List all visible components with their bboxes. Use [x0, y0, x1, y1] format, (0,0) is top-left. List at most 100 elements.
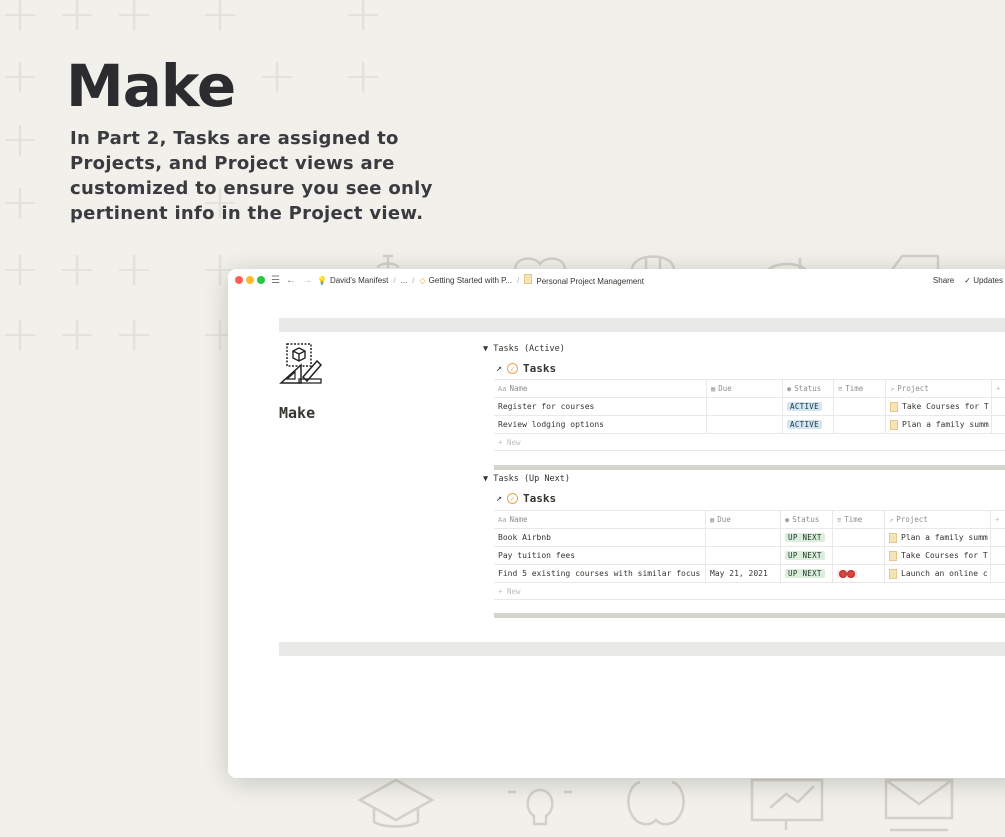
table-row[interactable]: Register for courses ACTIVE Take Courses…: [494, 397, 1005, 415]
page-icon: [890, 401, 898, 412]
col-header-status[interactable]: ● Status: [783, 380, 834, 397]
col-header-time[interactable]: ≡ Time: [834, 380, 886, 397]
hero-subtitle: In Part 2, Tasks are assigned to Project…: [70, 128, 433, 224]
back-arrow-icon[interactable]: ←: [286, 275, 296, 286]
task-status[interactable]: UP NEXT: [781, 565, 833, 582]
close-window-button[interactable]: [235, 276, 243, 284]
status-badge: ACTIVE: [787, 402, 822, 411]
svg-text:+: +: [114, 0, 154, 42]
task-name[interactable]: Pay tuition fees: [494, 547, 706, 564]
task-name[interactable]: Find 5 existing courses with similar foc…: [494, 565, 706, 582]
status-badge: ACTIVE: [787, 420, 822, 429]
checkmark-circle-icon: ✓: [507, 493, 519, 504]
task-project[interactable]: Launch an online c: [885, 565, 991, 582]
drafting-tools-icon: [279, 343, 323, 384]
new-row-button[interactable]: + New: [494, 582, 1005, 600]
linked-db-arrow-icon: ↗: [496, 363, 503, 374]
svg-text:+: +: [57, 241, 97, 297]
svg-text:+: +: [0, 0, 40, 42]
menu-icon[interactable]: ☰: [271, 275, 280, 286]
notion-window: ☰ ← → 💡 David's Manifest / ... / ◇ Getting…: [228, 269, 1005, 778]
page-title: Make: [279, 404, 316, 422]
task-name[interactable]: Book Airbnb: [494, 529, 706, 546]
svg-text:+: +: [0, 306, 40, 362]
task-name[interactable]: Register for courses: [494, 398, 707, 415]
db-title-tasks-active[interactable]: ↗ ✓ Tasks: [496, 362, 556, 375]
status-icon: ●: [785, 515, 790, 524]
breadcrumb-item[interactable]: ◇ Getting Started with P...: [420, 276, 513, 285]
task-project[interactable]: Take Courses for T: [886, 398, 992, 415]
page-icon: [524, 274, 533, 284]
task-due[interactable]: May 21, 2021: [706, 565, 781, 582]
col-header-due[interactable]: ▦ Due: [707, 380, 783, 397]
col-header-time[interactable]: ≡ Time: [833, 511, 885, 528]
db-title-tasks-upnext[interactable]: ↗ ✓ Tasks: [496, 492, 556, 505]
toggle-tasks-upnext[interactable]: ▼ Tasks (Up Next): [483, 474, 570, 484]
table-row[interactable]: Pay tuition fees UP NEXT Take Courses fo…: [494, 546, 1005, 564]
task-status[interactable]: ACTIVE: [783, 416, 834, 433]
forward-arrow-icon[interactable]: →: [302, 275, 312, 286]
cover-band-bottom: [279, 642, 1005, 656]
task-time[interactable]: [834, 398, 886, 415]
task-due[interactable]: [707, 398, 783, 415]
col-header-due[interactable]: ▦ Due: [706, 511, 781, 528]
page-icon: [889, 532, 897, 543]
tasks-active-table: Aa Name ▦ Due ● Status ≡ Time ↗ Project + Reg…: [494, 379, 1005, 451]
toggle-tasks-active[interactable]: ▼ Tasks (Active): [483, 344, 565, 354]
task-project[interactable]: Take Courses for T: [885, 547, 991, 564]
col-header-name[interactable]: Aa Name: [494, 380, 707, 397]
breadcrumb-item[interactable]: Personal Project Management: [524, 274, 644, 286]
line-icons-bottom: [357, 778, 954, 832]
page-icon: [889, 568, 897, 579]
relation-arrow-icon: ↗: [889, 515, 894, 524]
task-due[interactable]: [707, 416, 783, 433]
svg-text:+: +: [0, 111, 40, 167]
maximize-window-button[interactable]: [257, 276, 265, 284]
table-row[interactable]: Review lodging options ACTIVE Plan a fam…: [494, 415, 1005, 433]
col-header-project[interactable]: ↗ Project: [885, 511, 991, 528]
text-type-icon: Aa: [498, 384, 507, 393]
svg-text:+: +: [57, 0, 97, 42]
task-status[interactable]: ACTIVE: [783, 398, 834, 415]
task-project[interactable]: Plan a family summ: [886, 416, 992, 433]
table-header-row: Aa Name ▦ Due ● Status ≡ Time ↗ Project +: [494, 379, 1005, 397]
task-time[interactable]: [833, 547, 885, 564]
tasks-upnext-table: Aa Name ▦ Due ● Status ≡ Time ↗ Project + Boo…: [494, 510, 1005, 600]
status-icon: ●: [787, 384, 792, 393]
page-icon: [890, 419, 898, 430]
table-row[interactable]: Book Airbnb UP NEXT Plan a family summ: [494, 528, 1005, 546]
svg-text:+: +: [0, 241, 40, 297]
cover-band-top: [279, 318, 1005, 332]
task-status[interactable]: UP NEXT: [781, 547, 833, 564]
minimize-window-button[interactable]: [246, 276, 254, 284]
svg-text:+: +: [200, 0, 240, 42]
relation-arrow-icon: ↗: [890, 384, 895, 393]
status-badge: UP NEXT: [785, 569, 825, 578]
task-project[interactable]: Plan a family summ: [885, 529, 991, 546]
status-badge: UP NEXT: [785, 551, 825, 560]
col-header-project[interactable]: ↗ Project: [886, 380, 992, 397]
new-row-button[interactable]: + New: [494, 433, 1005, 451]
task-time[interactable]: [834, 416, 886, 433]
task-due[interactable]: [706, 547, 781, 564]
breadcrumb-item[interactable]: 💡 David's Manifest: [317, 276, 388, 285]
task-time[interactable]: [833, 529, 885, 546]
col-header-name[interactable]: Aa Name: [494, 511, 706, 528]
line-icons-top: [376, 254, 940, 271]
add-column-button[interactable]: +: [991, 511, 1005, 528]
col-header-status[interactable]: ● Status: [781, 511, 833, 528]
task-status[interactable]: UP NEXT: [781, 529, 833, 546]
table-row[interactable]: Find 5 existing courses with similar foc…: [494, 564, 1005, 582]
tomato-icon: [837, 569, 857, 578]
topbar-actions: Share ✓ Updates: [933, 269, 1003, 291]
task-time[interactable]: [833, 565, 885, 582]
share-button[interactable]: Share: [933, 276, 954, 285]
updates-button[interactable]: ✓ Updates: [964, 276, 1003, 285]
linked-db-arrow-icon: ↗: [496, 493, 503, 504]
breadcrumb-item[interactable]: ...: [401, 276, 408, 285]
task-due[interactable]: [706, 529, 781, 546]
task-name[interactable]: Review lodging options: [494, 416, 707, 433]
add-column-button[interactable]: +: [992, 380, 1005, 397]
checkmark-circle-icon: ✓: [507, 363, 519, 374]
svg-text:+: +: [0, 48, 40, 104]
